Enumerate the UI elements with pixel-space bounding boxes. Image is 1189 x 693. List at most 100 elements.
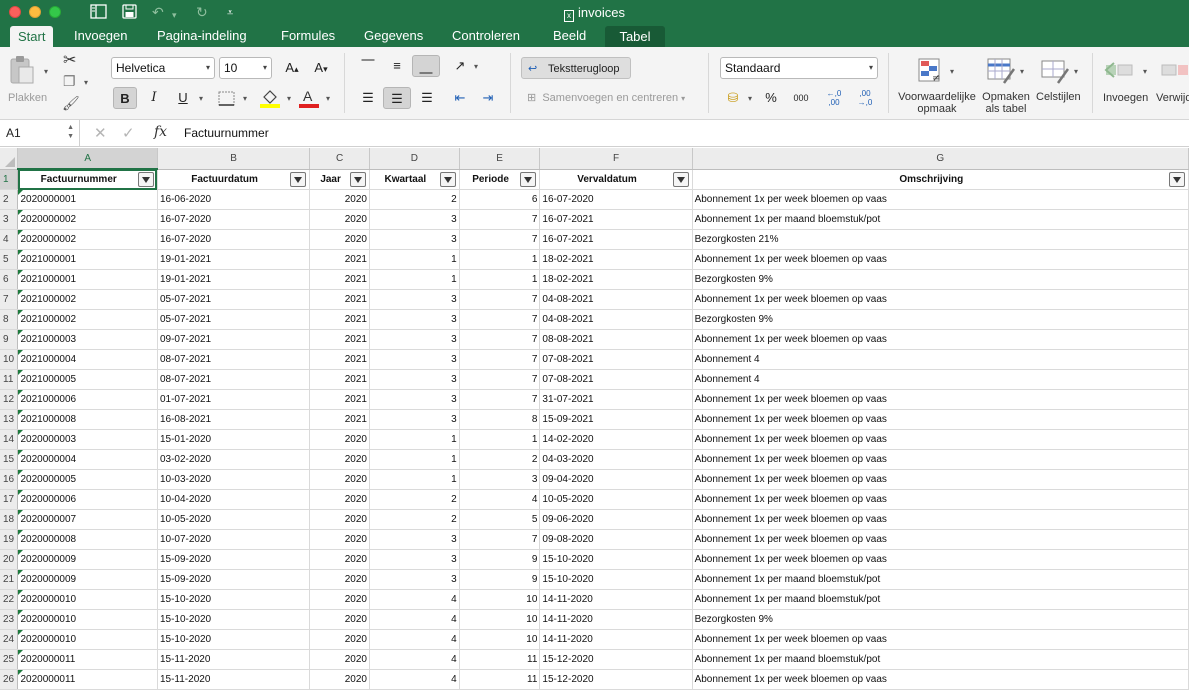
table-cell[interactable]: 10-04-2020	[157, 489, 311, 510]
table-cell[interactable]: Abonnement 1x per week bloemen op vaas	[692, 449, 1189, 470]
table-cell[interactable]: 2021000002	[17, 309, 158, 330]
formula-input[interactable]: Factuurnummer	[184, 126, 269, 140]
table-cell[interactable]: 2021	[309, 349, 370, 370]
table-cell[interactable]: 7	[459, 289, 541, 310]
increase-indent-button[interactable]: ⇥	[476, 87, 500, 109]
row-header[interactable]: 6	[0, 269, 19, 290]
table-cell[interactable]: 2020000002	[17, 209, 158, 230]
table-cell[interactable]: 15-10-2020	[157, 589, 311, 610]
paste-dropdown-icon[interactable]: ▾	[44, 67, 48, 76]
font-color-icon[interactable]: A	[298, 87, 320, 109]
table-cell[interactable]: 2021	[309, 389, 370, 410]
table-cell[interactable]: 2020000007	[17, 509, 158, 530]
row-header[interactable]: 16	[0, 469, 19, 490]
table-cell[interactable]: 03-02-2020	[157, 449, 311, 470]
table-cell[interactable]: 2020	[309, 589, 370, 610]
table-cell[interactable]: 4	[369, 589, 460, 610]
tab-formules[interactable]: Formules	[273, 25, 343, 47]
table-cell[interactable]: Abonnement 1x per week bloemen op vaas	[692, 669, 1189, 690]
table-cell[interactable]: 3	[369, 289, 460, 310]
table-cell[interactable]: Abonnement 4	[692, 369, 1189, 390]
table-cell[interactable]: 3	[369, 209, 460, 230]
filter-dropdown-icon[interactable]	[1169, 171, 1185, 187]
table-cell[interactable]: 19-01-2021	[157, 269, 311, 290]
column-header-b[interactable]: B	[157, 148, 311, 170]
table-cell[interactable]: 4	[369, 629, 460, 650]
insert-cells-icon[interactable]	[1104, 59, 1134, 87]
column-header-c[interactable]: C	[309, 148, 370, 170]
table-cell[interactable]: 2021000002	[17, 289, 158, 310]
insert-function-icon[interactable]: fx	[154, 124, 167, 140]
table-cell[interactable]: 2020	[309, 229, 370, 250]
table-cell[interactable]: 2020000009	[17, 549, 158, 570]
row-header[interactable]: 4	[0, 229, 19, 250]
table-cell[interactable]: 9	[459, 549, 541, 570]
table-cell[interactable]: 14-11-2020	[539, 609, 693, 630]
table-cell[interactable]: 1	[369, 449, 460, 470]
table-cell[interactable]: Bezorgkosten 9%	[692, 309, 1189, 330]
table-cell[interactable]: 2021	[309, 369, 370, 390]
table-cell[interactable]: 1	[369, 269, 460, 290]
table-cell[interactable]: 04-03-2020	[539, 449, 693, 470]
copy-icon[interactable]: ❐	[63, 73, 76, 90]
table-cell[interactable]: 08-07-2021	[157, 349, 311, 370]
table-cell[interactable]: 07-08-2021	[539, 349, 693, 370]
fill-color-dropdown-icon[interactable]: ▾	[287, 94, 291, 103]
font-size-select[interactable]: 10 ▾	[219, 57, 272, 79]
table-cell[interactable]: Abonnement 1x per week bloemen op vaas	[692, 509, 1189, 530]
table-cell[interactable]: 4	[369, 609, 460, 630]
align-top-button[interactable]: ⎺	[355, 55, 381, 77]
table-cell[interactable]: 7	[459, 369, 541, 390]
underline-dropdown-icon[interactable]: ▾	[199, 94, 203, 103]
table-cell[interactable]: 2020	[309, 189, 370, 210]
table-cell[interactable]: 2	[369, 189, 460, 210]
table-cell[interactable]: 2020	[309, 649, 370, 670]
table-cell[interactable]: 9	[459, 569, 541, 590]
table-cell[interactable]: Bezorgkosten 9%	[692, 609, 1189, 630]
table-cell[interactable]: 5	[459, 509, 541, 530]
table-cell[interactable]: Bezorgkosten 9%	[692, 269, 1189, 290]
table-cell[interactable]: 3	[459, 469, 541, 490]
copy-dropdown-icon[interactable]: ▾	[84, 78, 88, 87]
table-cell[interactable]: 01-07-2021	[157, 389, 311, 410]
header-cell[interactable]: Vervaldatum	[539, 169, 693, 190]
tab-start[interactable]: Start	[10, 26, 54, 47]
table-cell[interactable]: 2021000004	[17, 349, 158, 370]
table-cell[interactable]: 7	[459, 209, 541, 230]
table-cell[interactable]: 3	[369, 569, 460, 590]
decrease-indent-button[interactable]: ⇤	[448, 87, 472, 109]
table-cell[interactable]: Abonnement 4	[692, 349, 1189, 370]
table-cell[interactable]: 2020000001	[17, 189, 158, 210]
row-header[interactable]: 15	[0, 449, 19, 470]
table-cell[interactable]: 7	[459, 329, 541, 350]
table-cell[interactable]: Abonnement 1x per maand bloemstuk/pot	[692, 569, 1189, 590]
conditional-formatting-icon[interactable]: ≠	[917, 57, 947, 85]
orientation-button[interactable]: ↗	[448, 55, 472, 77]
table-cell[interactable]: 16-08-2021	[157, 409, 311, 430]
table-cell[interactable]: 7	[459, 309, 541, 330]
table-cell[interactable]: 2020000005	[17, 469, 158, 490]
table-cell[interactable]: 16-07-2021	[539, 229, 693, 250]
table-cell[interactable]: 4	[369, 669, 460, 690]
thousands-separator-button[interactable]: 000	[787, 87, 815, 109]
table-cell[interactable]: 7	[459, 529, 541, 550]
table-cell[interactable]: 1	[459, 269, 541, 290]
table-cell[interactable]: 2020	[309, 569, 370, 590]
row-header[interactable]: 9	[0, 329, 19, 350]
insert-cells-dropdown-icon[interactable]: ▾	[1143, 67, 1147, 76]
table-cell[interactable]: 19-01-2021	[157, 249, 311, 270]
table-cell[interactable]: 2020000010	[17, 629, 158, 650]
row-header[interactable]: 2	[0, 189, 19, 210]
row-header[interactable]: 12	[0, 389, 19, 410]
borders-icon[interactable]	[218, 91, 236, 107]
table-cell[interactable]: 05-07-2021	[157, 309, 311, 330]
table-cell[interactable]: 2020000011	[17, 669, 158, 690]
tab-pagina-indeling[interactable]: Pagina-indeling	[149, 25, 255, 47]
table-cell[interactable]: 08-07-2021	[157, 369, 311, 390]
table-cell[interactable]: 2020000003	[17, 429, 158, 450]
font-color-dropdown-icon[interactable]: ▾	[326, 94, 330, 103]
table-cell[interactable]: 3	[369, 309, 460, 330]
table-cell[interactable]: 2	[459, 449, 541, 470]
table-cell[interactable]: Abonnement 1x per week bloemen op vaas	[692, 489, 1189, 510]
table-cell[interactable]: 2021000003	[17, 329, 158, 350]
